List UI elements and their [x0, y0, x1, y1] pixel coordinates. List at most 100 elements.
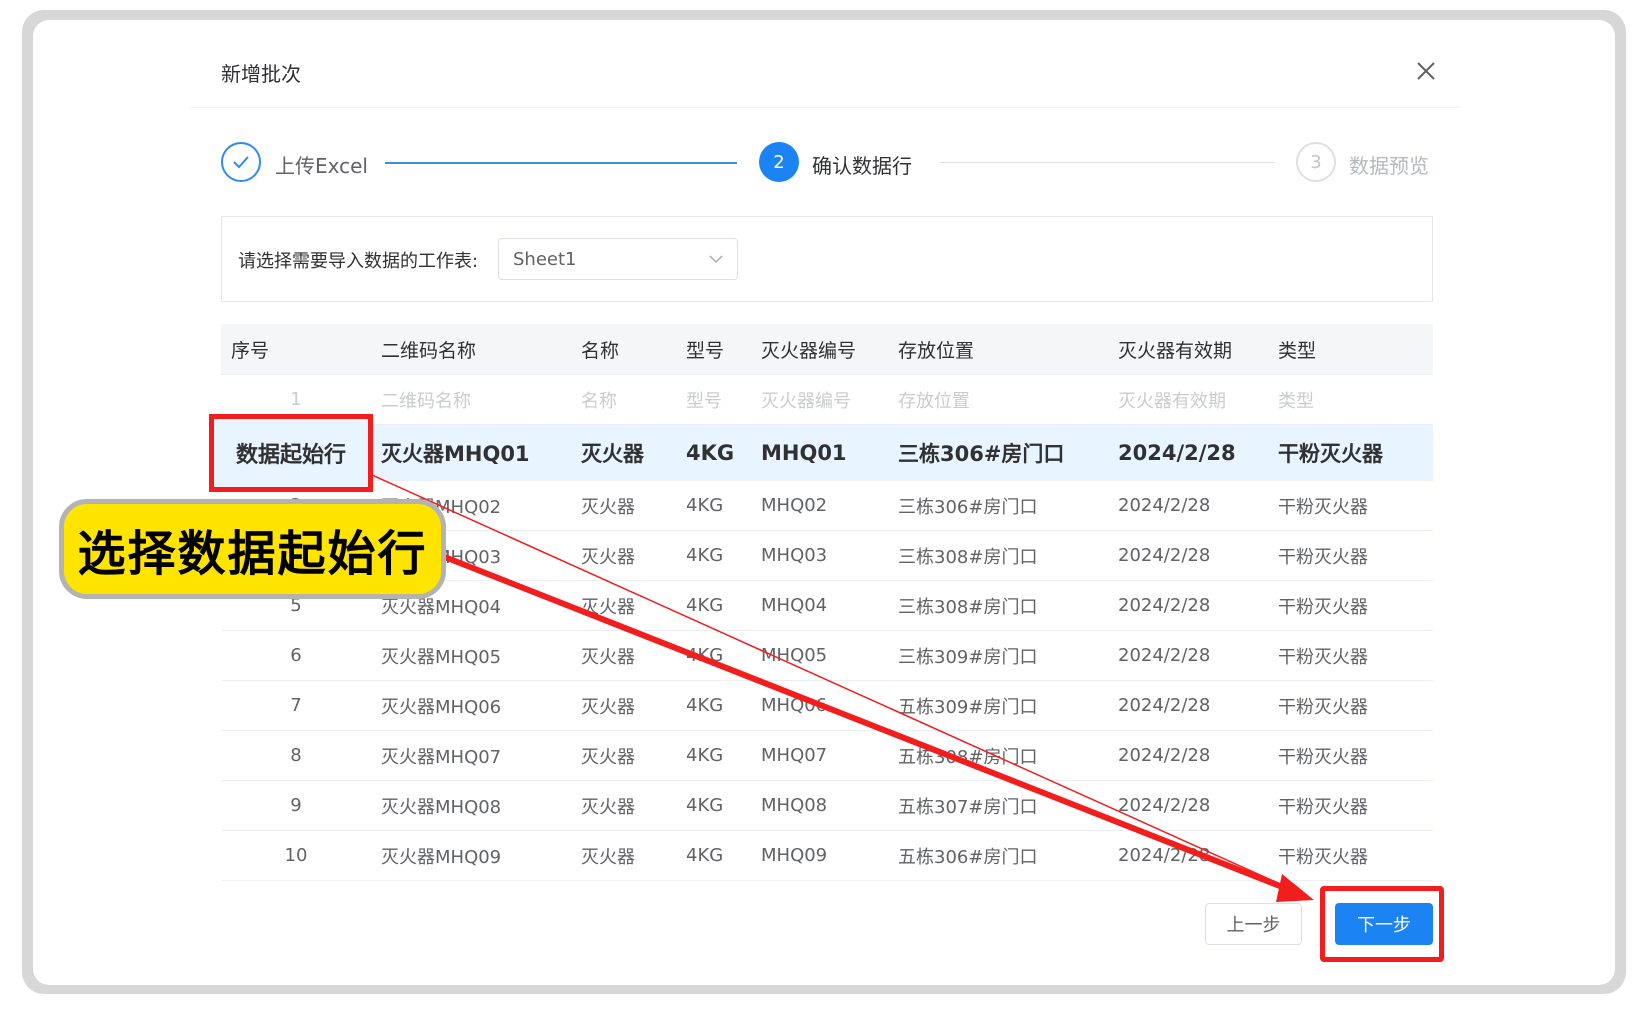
table-cell: MHQ09 — [751, 830, 888, 881]
table-cell: 灭火器编号 — [751, 374, 888, 425]
dialog-title: 新增批次 — [221, 62, 301, 86]
table-cell: 灭火器 — [571, 630, 676, 681]
table-cell: 灭火器 — [571, 424, 676, 481]
table-cell: 灭火器 — [571, 780, 676, 831]
table-cell: 7 — [221, 680, 371, 731]
table-cell: 2024/2/28 — [1108, 530, 1268, 581]
start-row-highlight: 数据起始行 — [209, 414, 373, 492]
header-divider — [190, 107, 1460, 108]
column-header: 名称 — [571, 324, 676, 375]
check-icon — [233, 156, 249, 169]
table-cell: 2024/2/28 — [1108, 830, 1268, 881]
table-cell: 2024/2/28 — [1108, 680, 1268, 731]
table-cell: 灭火器 — [571, 830, 676, 881]
column-header: 存放位置 — [888, 324, 1108, 375]
table-cell: 三栋308#房门口 — [888, 580, 1108, 631]
prev-step-button[interactable]: 上一步 — [1205, 903, 1302, 945]
table-cell: 灭火器MHQ08 — [371, 780, 571, 831]
step-2-circle: 2 — [759, 142, 799, 182]
column-header: 灭火器有效期 — [1108, 324, 1268, 375]
column-header: 类型 — [1268, 324, 1433, 375]
table-cell: MHQ05 — [751, 630, 888, 681]
table-cell: 干粉灭火器 — [1268, 424, 1433, 481]
table-cell: 6 — [221, 630, 371, 681]
callout-bubble: 选择数据起始行 — [59, 499, 446, 599]
table-row[interactable]: 8 灭火器MHQ07 灭火器 4KG MHQ07 五栋308#房门口 2024/… — [221, 730, 1433, 781]
table-cell: 灭火器MHQ01 — [371, 424, 571, 481]
table-cell: 五栋306#房门口 — [888, 830, 1108, 881]
step-connector-1 — [385, 162, 737, 164]
table-row[interactable]: 6 灭火器MHQ05 灭火器 4KG MHQ05 三栋309#房门口 2024/… — [221, 630, 1433, 681]
table-row-start[interactable]: 灭火器MHQ01 灭火器 4KG MHQ01 三栋306#房门口 2024/2/… — [221, 424, 1433, 481]
table-row[interactable]: 7 灭火器MHQ06 灭火器 4KG MHQ06 五栋309#房门口 2024/… — [221, 680, 1433, 731]
table-cell: 9 — [221, 780, 371, 831]
sheet-select[interactable]: Sheet1 — [498, 238, 738, 280]
table-cell: MHQ07 — [751, 730, 888, 781]
table-cell: MHQ04 — [751, 580, 888, 631]
column-header: 灭火器编号 — [751, 324, 888, 375]
sheet-select-label: 请选择需要导入数据的工作表: — [238, 251, 479, 272]
column-header: 序号 — [221, 324, 371, 375]
table-cell: 8 — [221, 730, 371, 781]
table-cell: 类型 — [1268, 374, 1433, 425]
sheet-select-panel: 请选择需要导入数据的工作表: Sheet1 — [221, 216, 1433, 302]
column-header: 二维码名称 — [371, 324, 571, 375]
table-cell: 三栋306#房门口 — [888, 424, 1108, 481]
table-cell: 五栋309#房门口 — [888, 680, 1108, 731]
table-cell: 干粉灭火器 — [1268, 630, 1433, 681]
step-2-label: 确认数据行 — [812, 154, 912, 178]
table-cell: 干粉灭火器 — [1268, 580, 1433, 631]
table-cell: 灭火器 — [571, 730, 676, 781]
table-cell: 2024/2/28 — [1108, 630, 1268, 681]
table-cell: 灭火器MHQ05 — [371, 630, 571, 681]
table-cell: 2024/2/28 — [1108, 580, 1268, 631]
table-cell: MHQ03 — [751, 530, 888, 581]
data-table: 序号 二维码名称 名称 型号 灭火器编号 存放位置 灭火器有效期 类型 1 二维… — [221, 324, 1433, 881]
table-cell: 型号 — [676, 374, 751, 425]
table-cell: 三栋309#房门口 — [888, 630, 1108, 681]
table-cell: MHQ01 — [751, 424, 888, 481]
table-cell: 灭火器 — [571, 480, 676, 531]
table-cell: 4KG — [676, 580, 751, 631]
table-cell: 4KG — [676, 480, 751, 531]
column-header: 型号 — [676, 324, 751, 375]
table-cell: 2024/2/28 — [1108, 480, 1268, 531]
table-cell: 4KG — [676, 730, 751, 781]
table-cell: 灭火器MHQ07 — [371, 730, 571, 781]
table-cell: 存放位置 — [888, 374, 1108, 425]
table-row[interactable]: 10 灭火器MHQ09 灭火器 4KG MHQ09 五栋306#房门口 2024… — [221, 830, 1433, 881]
table-cell: 干粉灭火器 — [1268, 530, 1433, 581]
table-cell: 2024/2/28 — [1108, 730, 1268, 781]
sheet-select-value: Sheet1 — [513, 249, 577, 270]
table-cell: 4KG — [676, 780, 751, 831]
table-cell: 10 — [221, 830, 371, 881]
table-cell: MHQ02 — [751, 480, 888, 531]
table-cell: 4KG — [676, 424, 751, 481]
table-cell: 名称 — [571, 374, 676, 425]
table-cell: 三栋306#房门口 — [888, 480, 1108, 531]
table-cell: 2024/2/28 — [1108, 780, 1268, 831]
table-cell: 4KG — [676, 680, 751, 731]
table-cell: 4KG — [676, 830, 751, 881]
step-3-label: 数据预览 — [1349, 154, 1429, 178]
table-header-row: 序号 二维码名称 名称 型号 灭火器编号 存放位置 灭火器有效期 类型 — [221, 324, 1433, 375]
table-row-excel-header[interactable]: 1 二维码名称 名称 型号 灭火器编号 存放位置 灭火器有效期 类型 — [221, 374, 1433, 425]
step-connector-2 — [940, 162, 1275, 163]
close-icon[interactable] — [1415, 60, 1437, 82]
table-cell: 灭火器 — [571, 530, 676, 581]
table-cell: 干粉灭火器 — [1268, 480, 1433, 531]
table-cell: MHQ08 — [751, 780, 888, 831]
table-cell: 干粉灭火器 — [1268, 780, 1433, 831]
step-1-circle — [221, 142, 261, 182]
table-cell: 灭火器MHQ06 — [371, 680, 571, 731]
step-1-label: 上传Excel — [275, 154, 368, 178]
step-3-circle: 3 — [1296, 142, 1336, 182]
next-button-highlight — [1320, 886, 1444, 962]
table-cell: 干粉灭火器 — [1268, 680, 1433, 731]
table-row[interactable]: 9 灭火器MHQ08 灭火器 4KG MHQ08 五栋307#房门口 2024/… — [221, 780, 1433, 831]
chevron-down-icon — [709, 255, 723, 264]
table-cell: 三栋308#房门口 — [888, 530, 1108, 581]
table-cell: 干粉灭火器 — [1268, 730, 1433, 781]
table-cell: 五栋307#房门口 — [888, 780, 1108, 831]
table-cell: 二维码名称 — [371, 374, 571, 425]
